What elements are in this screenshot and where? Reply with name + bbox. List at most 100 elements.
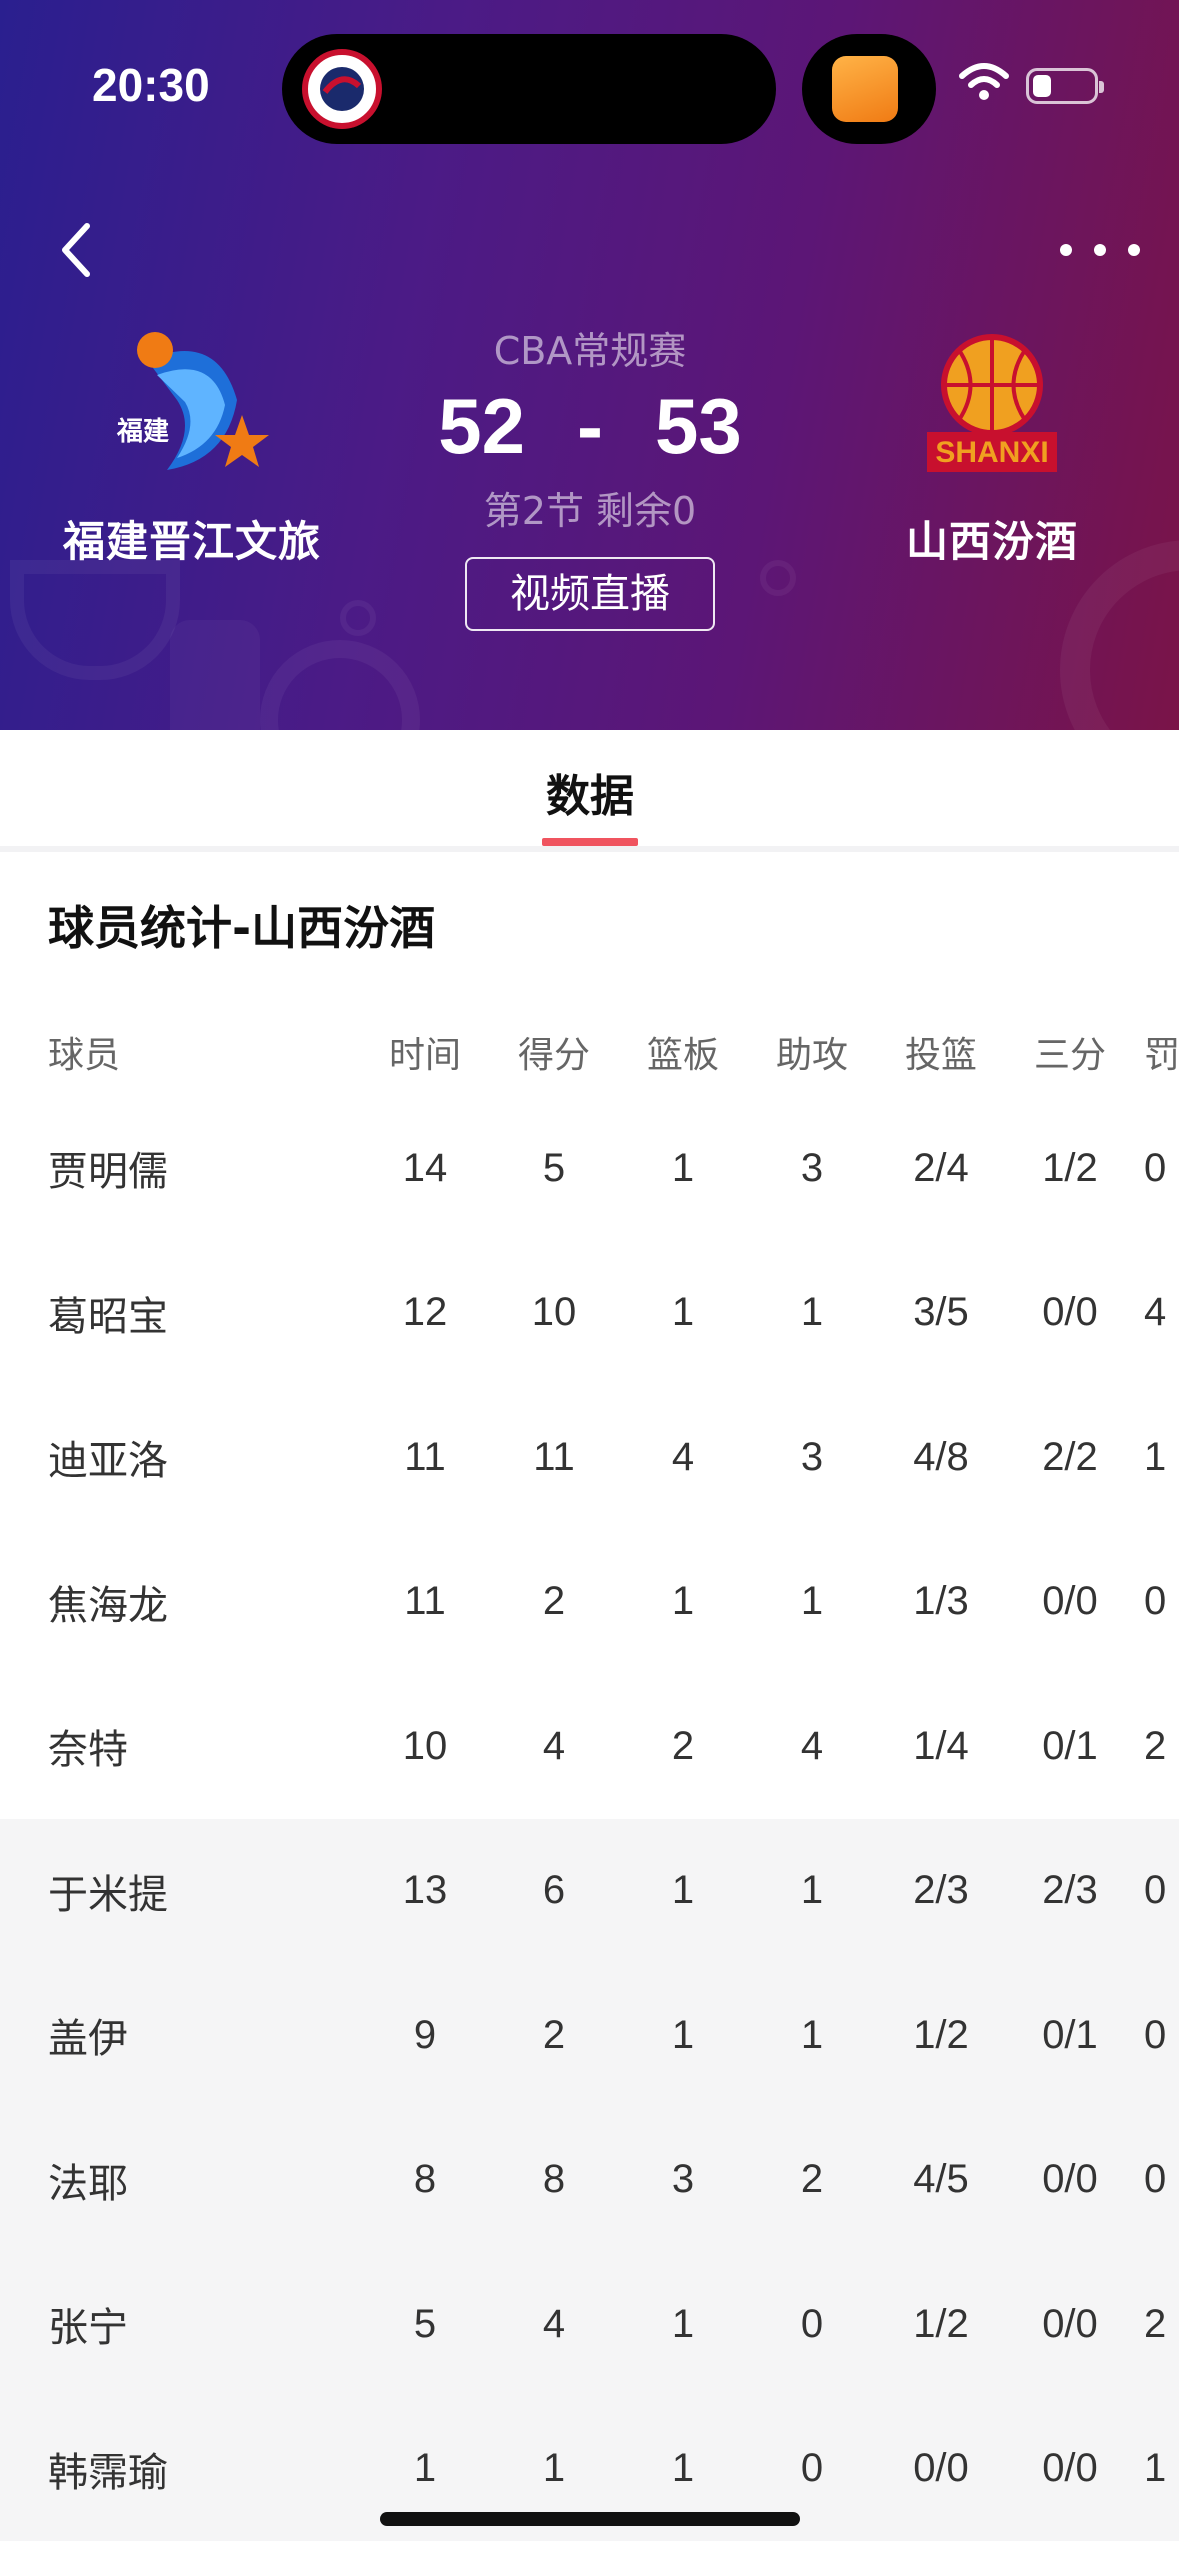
player-name: 葛昭宝: [48, 1293, 168, 1340]
stat-assists: 0: [800, 2301, 824, 2346]
stat-rebounds: 1: [671, 1145, 695, 1190]
stat-free-throws: 2: [1144, 1723, 1167, 1768]
stat-assists: 3: [800, 1145, 824, 1190]
table-row[interactable]: 迪亚洛 11 11 4 3 4/8 2/2 1: [0, 1385, 1179, 1530]
column-header[interactable]: 投篮: [886, 1000, 996, 1096]
stat-minutes: 14: [402, 1145, 448, 1190]
player-name: 焦海龙: [48, 1582, 168, 1629]
home-score: 52: [438, 382, 525, 470]
stat-three-pointers: 0/0: [1042, 2301, 1098, 2346]
table-row[interactable]: 奈特 10 4 2 4 1/4 0/1 2: [0, 1674, 1179, 1819]
circle-decoration: [260, 640, 420, 730]
tab-data[interactable]: 数据: [500, 730, 680, 846]
stat-minutes: 12: [402, 1290, 448, 1335]
player-name: 贾明儒: [48, 1149, 168, 1196]
stat-rebounds: 1: [671, 2012, 695, 2057]
stat-three-pointers: 0/1: [1042, 2012, 1098, 2057]
stat-field-goals: 4/8: [913, 1434, 969, 1479]
video-live-button[interactable]: 视频直播: [465, 557, 715, 631]
stat-assists: 1: [800, 1868, 824, 1913]
stat-free-throws: 0: [1144, 2157, 1167, 2202]
player-name: 迪亚洛: [48, 1438, 168, 1485]
stat-points: 11: [533, 1434, 575, 1479]
stat-points: 4: [542, 2301, 566, 2346]
column-header[interactable]: 罚: [1144, 1000, 1179, 1096]
fujian-team-logo-icon: 福建: [107, 320, 277, 490]
table-row[interactable]: 张宁 5 4 1 0 1/2 0/0 2: [0, 2252, 1179, 2397]
player-name: 张宁: [48, 2305, 128, 2352]
match-center: CBA常规赛 52 - 53 第2节 剩余0 视频直播: [390, 320, 790, 631]
stat-three-pointers: 0/1: [1042, 1723, 1098, 1768]
stat-assists: 2: [800, 2157, 824, 2202]
player-name: 法耶: [48, 2160, 128, 2207]
stat-points: 10: [531, 1290, 577, 1335]
circle-decoration: [340, 600, 376, 636]
stat-assists: 1: [800, 1579, 824, 1624]
stat-minutes: 9: [413, 2012, 437, 2057]
player-name: 于米提: [48, 1871, 168, 1918]
league-name: CBA常规赛: [493, 329, 687, 373]
stat-field-goals: 1/4: [913, 1723, 969, 1768]
scoreline: 52 - 53: [390, 381, 790, 472]
away-score: 53: [654, 382, 742, 470]
more-options-button[interactable]: [1050, 220, 1150, 280]
stat-minutes: 8: [413, 2157, 437, 2202]
stat-points: 2: [542, 1579, 566, 1624]
stat-three-pointers: 2/3: [1042, 1868, 1098, 1913]
table-row[interactable]: 法耶 8 8 3 2 4/5 0/0 0: [0, 2107, 1179, 2252]
table-row[interactable]: 焦海龙 11 2 1 1 1/3 0/0 0: [0, 1530, 1179, 1675]
period-status: 第2节 剩余0: [483, 489, 697, 533]
score-separator: -: [577, 382, 603, 470]
table-row[interactable]: 葛昭宝 12 10 1 1 3/5 0/0 4: [0, 1241, 1179, 1386]
column-header[interactable]: 得分: [499, 1000, 609, 1096]
stat-points: 4: [542, 1723, 566, 1768]
stat-minutes: 5: [413, 2301, 437, 2346]
chevron-left-icon: [62, 223, 90, 277]
away-team[interactable]: SHANXI 山西汾酒: [822, 320, 1162, 569]
column-header[interactable]: 篮板: [628, 1000, 738, 1096]
stat-three-pointers: 0/0: [1042, 2157, 1098, 2202]
home-indicator[interactable]: [380, 2512, 800, 2526]
stat-free-throws: 1: [1144, 2446, 1167, 2491]
stat-field-goals: 0/0: [913, 2446, 969, 2491]
stat-rebounds: 1: [671, 1290, 695, 1335]
player-name: 韩霈瑜: [48, 2449, 168, 2496]
stat-rebounds: 2: [671, 1723, 695, 1768]
stat-minutes: 11: [404, 1434, 446, 1479]
match-header: 20:30 福建 福建晋江文旅 CBA常规赛 52 - 53 第2节 剩余0 视…: [0, 0, 1179, 730]
stat-rebounds: 4: [671, 1434, 695, 1479]
tab-data-label: 数据: [546, 771, 634, 822]
column-header[interactable]: 助攻: [757, 1000, 867, 1096]
table-row[interactable]: 贾明儒 14 5 1 3 2/4 1/2 0: [0, 1096, 1179, 1241]
column-header[interactable]: 时间: [370, 1000, 480, 1096]
stat-free-throws: 1: [1144, 1434, 1167, 1479]
stat-field-goals: 1/3: [913, 1579, 969, 1624]
svg-text:SHANXI: SHANXI: [935, 436, 1048, 469]
stat-points: 6: [542, 1868, 566, 1913]
stat-three-pointers: 2/2: [1042, 1434, 1098, 1479]
home-team[interactable]: 福建 福建晋江文旅: [22, 320, 362, 569]
column-header[interactable]: 三分: [1015, 1000, 1125, 1096]
stat-points: 2: [542, 2012, 566, 2057]
stat-free-throws: 0: [1144, 1868, 1167, 1913]
stat-field-goals: 1/2: [913, 2301, 969, 2346]
stat-field-goals: 1/2: [913, 2012, 969, 2057]
battery-icon: [1026, 68, 1104, 104]
stat-minutes: 11: [404, 1579, 446, 1624]
player-name: 奈特: [48, 1727, 128, 1774]
stat-three-pointers: 1/2: [1042, 1145, 1098, 1190]
back-button[interactable]: [40, 210, 110, 290]
stat-assists: 3: [800, 1434, 824, 1479]
stat-three-pointers: 0/0: [1042, 1290, 1098, 1335]
stat-free-throws: 0: [1144, 2012, 1167, 2057]
table-row[interactable]: 于米提 13 6 1 1 2/3 2/3 0: [0, 1818, 1179, 1963]
column-header[interactable]: 球员: [48, 1000, 348, 1096]
wifi-icon: [958, 62, 1010, 102]
thumb-decoration: [170, 620, 260, 730]
player-stats-table: 球员 时间 得分 篮板 助攻 投篮 三分 罚 贾明儒 14 5 1 3 2/4 …: [0, 1000, 1179, 2541]
stat-rebounds: 1: [671, 2301, 695, 2346]
stat-rebounds: 1: [671, 1868, 695, 1913]
stat-free-throws: 2: [1144, 2301, 1167, 2346]
player-name: 盖伊: [48, 2016, 128, 2063]
table-row[interactable]: 盖伊 9 2 1 1 1/2 0/1 0: [0, 1963, 1179, 2108]
